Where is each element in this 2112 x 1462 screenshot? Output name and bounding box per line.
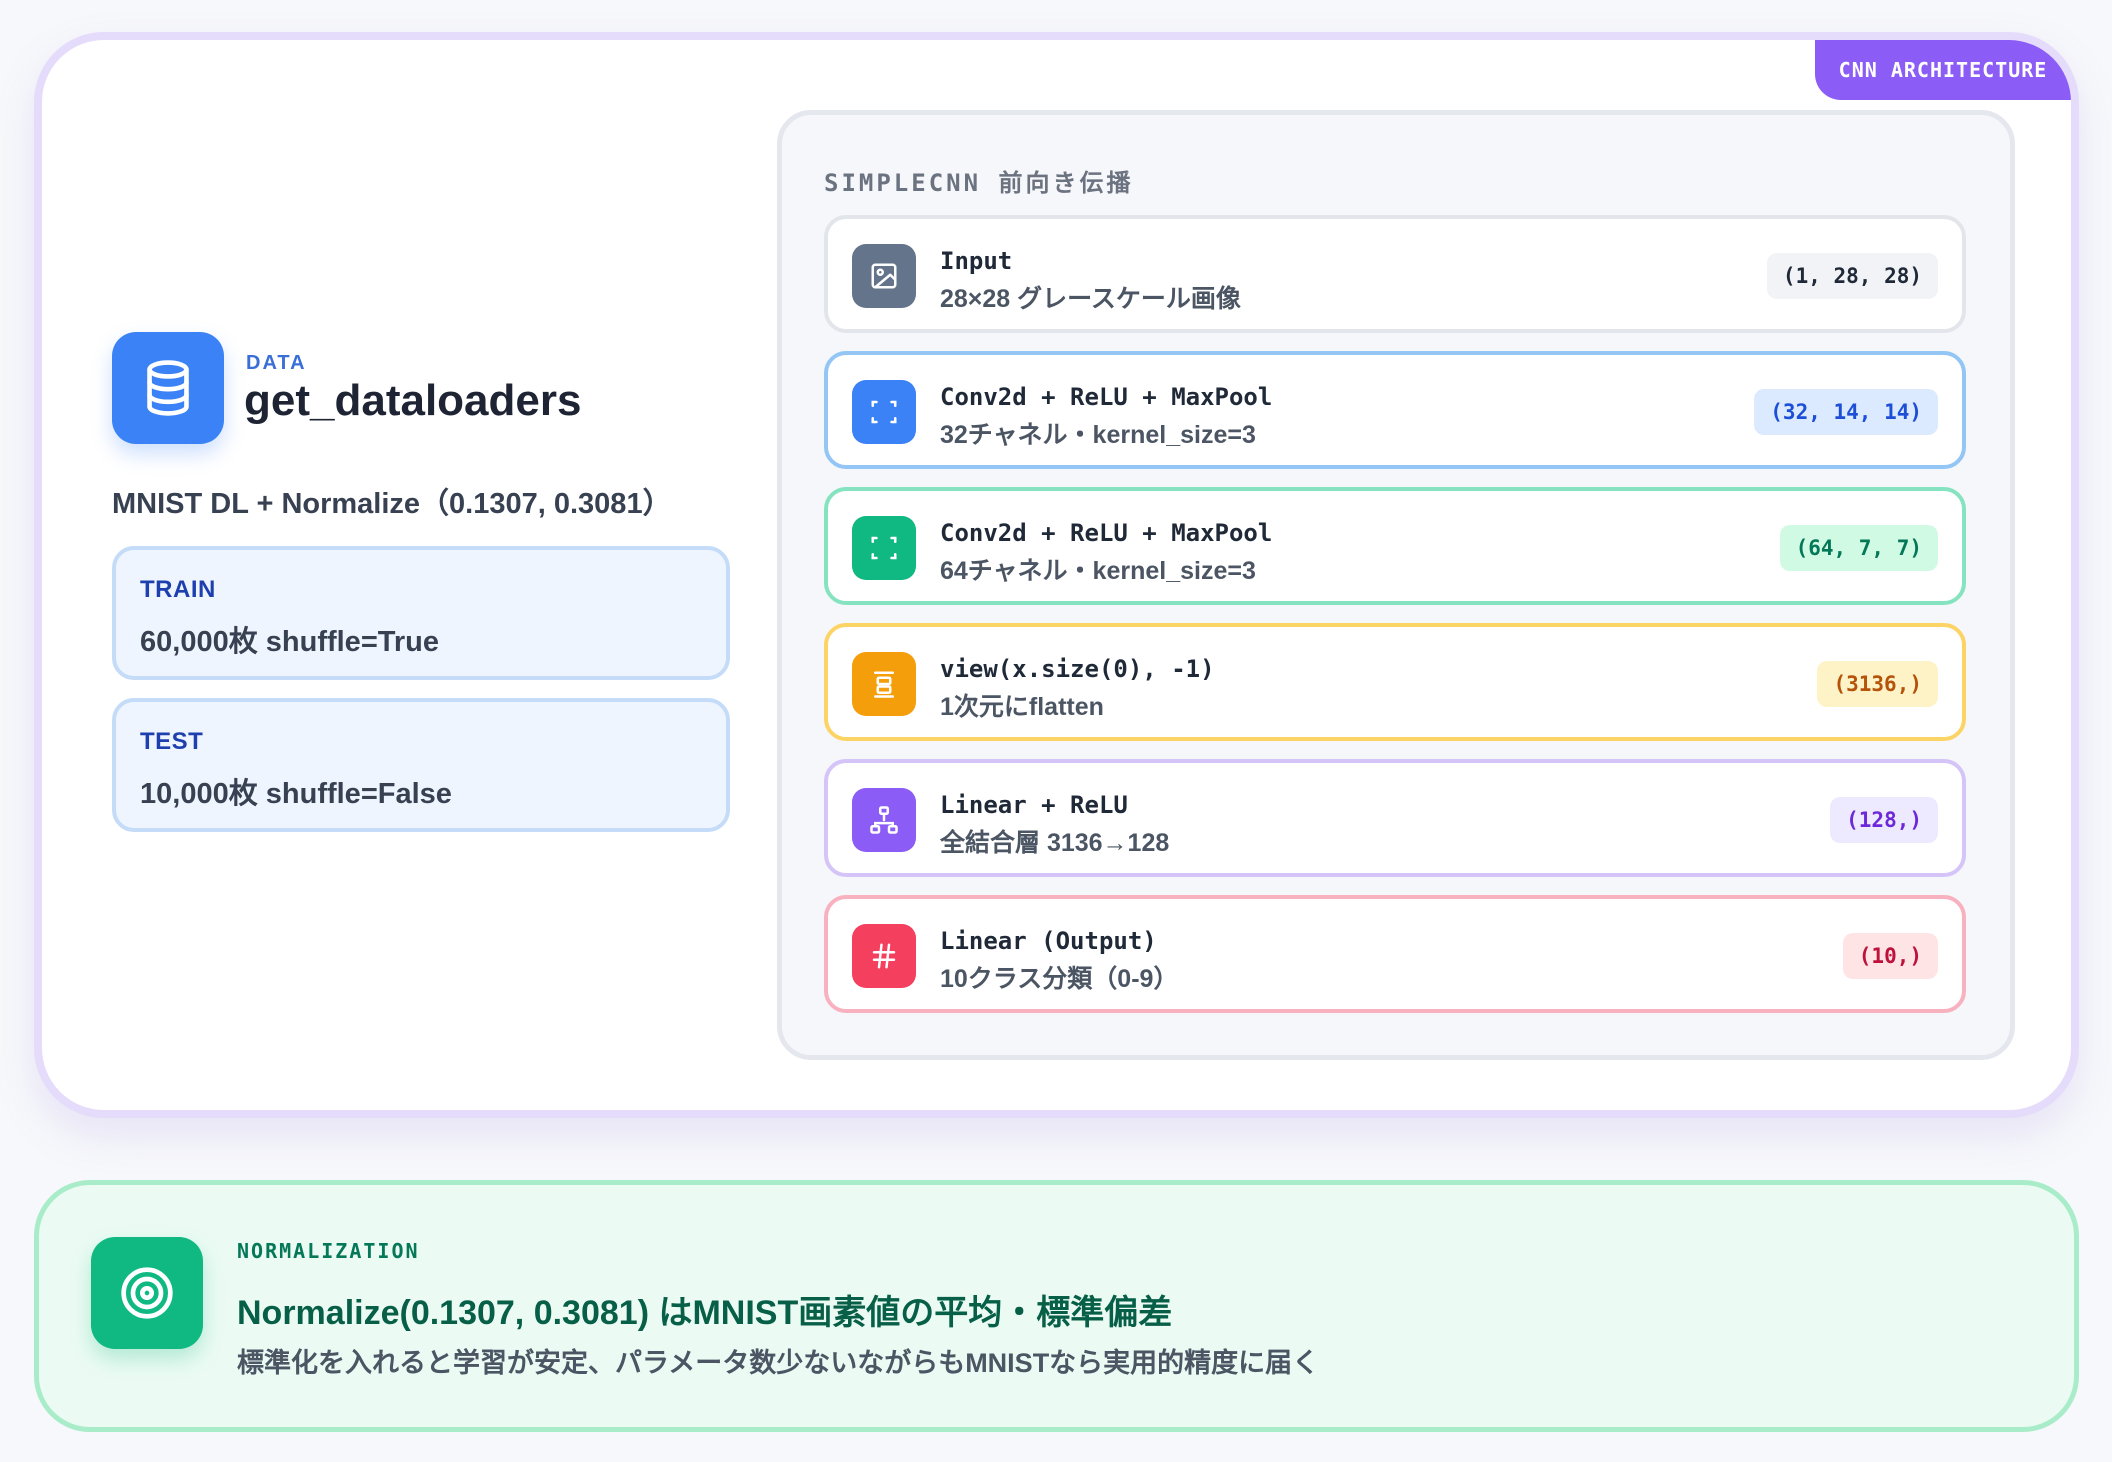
layer-name: Conv2d + ReLU + MaxPool [940, 383, 1273, 411]
layer-name: view(x.size(0), -1) [940, 655, 1215, 683]
flatten-icon [852, 652, 916, 716]
layer-shape-badge: (1, 28, 28) [1766, 253, 1938, 299]
layer-shape-badge: (10,) [1842, 933, 1938, 979]
layer-desc: 全結合層 3136→128 [940, 829, 1170, 857]
normalization-title: Normalize(0.1307, 0.3081) はMNIST画素値の平均・標… [237, 1294, 1173, 1332]
image-icon [852, 244, 916, 308]
flow-title: SIMPLECNN 前向き伝播 [824, 169, 1134, 197]
scan-icon [852, 516, 916, 580]
layer-card: Conv2d + ReLU + MaxPool 64チャネル・kernel_siz… [824, 487, 1966, 605]
layer-desc: 32チャネル・kernel_size=3 [940, 421, 1256, 449]
layer-card: Linear (Output) 10クラス分類（0-9） (10,) [824, 895, 1966, 1013]
hash-icon [852, 924, 916, 988]
normalization-kicker: NORMALIZATION [237, 1239, 420, 1263]
train-value: 60,000枚 shuffle=True [140, 626, 439, 658]
normalization-card: NORMALIZATION Normalize(0.1307, 0.3081) … [34, 1180, 2079, 1432]
dataloader-subtitle: MNIST DL + Normalize（0.1307, 0.3081） [112, 488, 672, 520]
cnn-architecture-badge: CNN ARCHITECTURE [1815, 40, 2071, 100]
data-kicker: DATA [246, 352, 307, 374]
layer-card: Conv2d + ReLU + MaxPool 32チャネル・kernel_siz… [824, 351, 1966, 469]
layer-shape-badge: (3136,) [1817, 661, 1938, 707]
train-split-box: TRAIN 60,000枚 shuffle=True [112, 546, 730, 680]
test-split-box: TEST 10,000枚 shuffle=False [112, 698, 730, 832]
layer-shape-badge: (32, 14, 14) [1754, 389, 1938, 435]
layer-name: Linear + ReLU [940, 791, 1128, 819]
layer-desc: 28×28 グレースケール画像 [940, 285, 1241, 313]
test-label: TEST [140, 728, 204, 755]
layer-card: view(x.size(0), -1) 1次元にflatten (3136,) [824, 623, 1966, 741]
layer-card: Linear + ReLU 全結合層 3136→128 (128,) [824, 759, 1966, 877]
layer-shape-badge: (64, 7, 7) [1779, 525, 1938, 571]
scan-icon [852, 380, 916, 444]
layer-name: Input [940, 247, 1013, 275]
database-icon [112, 332, 224, 444]
train-label: TRAIN [140, 576, 216, 603]
dataloader-title: get_dataloaders [244, 376, 582, 425]
forward-flow-panel: SIMPLECNN 前向き伝播 Input 28×28 グレースケール画像 (1, … [777, 110, 2015, 1060]
layer-name: Linear (Output) [940, 927, 1157, 955]
layer-desc: 1次元にflatten [940, 693, 1104, 721]
network-icon [852, 788, 916, 852]
architecture-card: CNN ARCHITECTURE DATA get_dataloaders MN… [34, 32, 2079, 1118]
target-icon [91, 1237, 203, 1349]
layer-shape-badge: (128,) [1830, 797, 1938, 843]
layer-desc: 64チャネル・kernel_size=3 [940, 557, 1256, 585]
layer-card: Input 28×28 グレースケール画像 (1, 28, 28) [824, 215, 1966, 333]
layer-name: Conv2d + ReLU + MaxPool [940, 519, 1273, 547]
test-value: 10,000枚 shuffle=False [140, 778, 452, 810]
layer-desc: 10クラス分類（0-9） [940, 965, 1179, 993]
normalization-desc: 標準化を入れると学習が安定、パラメータ数少ないながらもMNISTなら実用的精度に… [237, 1348, 1320, 1378]
